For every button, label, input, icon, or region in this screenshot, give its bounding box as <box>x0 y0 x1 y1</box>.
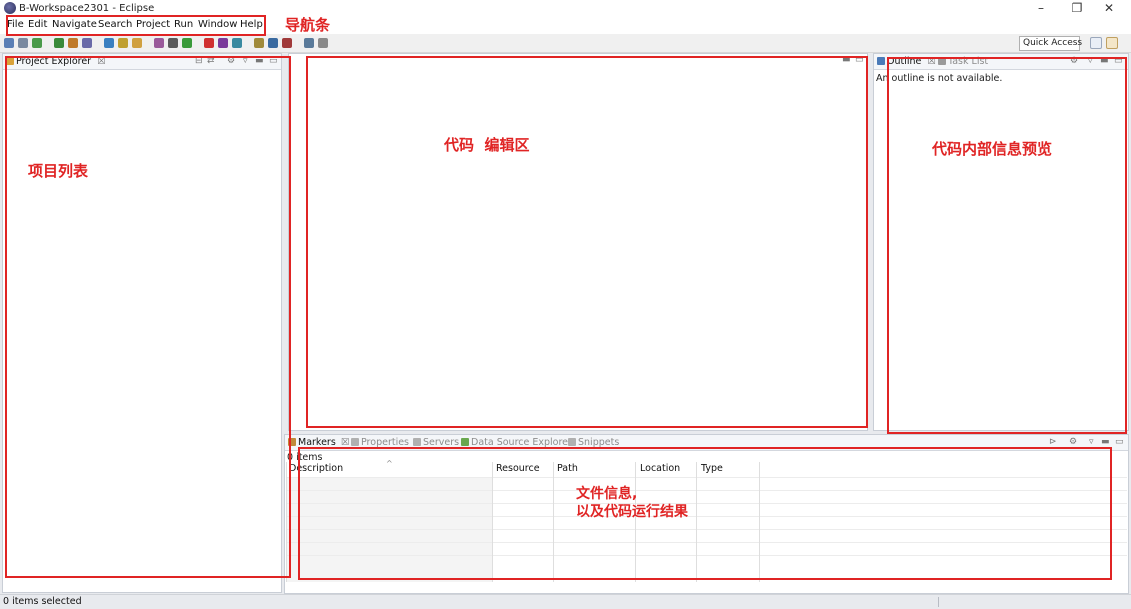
toolbar-icon[interactable] <box>232 38 242 48</box>
status-bar: 0 items selected <box>0 594 1131 609</box>
toolbar-icon[interactable] <box>218 38 228 48</box>
markers-view-menu-icon[interactable]: ⚙ <box>1069 437 1077 447</box>
annotation-outline-label: 代码内部信息预览 <box>932 140 1053 158</box>
annotation-project-list-label: 项目列表 <box>28 162 89 180</box>
annotation-box-bottom <box>298 447 1112 580</box>
annotation-box-outline <box>887 57 1127 434</box>
toolbar-icon[interactable] <box>18 38 28 48</box>
toolbar-icon[interactable] <box>168 38 178 48</box>
toolbar-icon[interactable] <box>204 38 214 48</box>
toolbar-icon[interactable] <box>282 38 292 48</box>
toolbar-icon[interactable] <box>268 38 278 48</box>
annotation-box-navbar <box>6 15 266 36</box>
toolbar-icon[interactable] <box>132 38 142 48</box>
status-separator <box>938 597 939 607</box>
data-source-icon <box>461 438 469 446</box>
close-button[interactable]: ✕ <box>1091 0 1127 17</box>
toolbar-icon[interactable] <box>82 38 92 48</box>
markers-minimize-icon[interactable]: ▬ <box>1101 437 1110 447</box>
main-toolbar: Quick Access <box>0 34 1131 53</box>
outline-icon <box>877 57 885 65</box>
status-text: 0 items selected <box>3 596 82 607</box>
annotation-bottom-label-2: 以及代码运行结果 <box>576 504 688 520</box>
open-perspective-icon[interactable] <box>1090 37 1102 49</box>
eclipse-app-icon <box>4 2 16 14</box>
annotation-box-project-list <box>5 56 291 578</box>
markers-dropdown-icon[interactable]: ▿ <box>1089 437 1094 447</box>
window-title: B-Workspace2301 - Eclipse <box>19 3 155 14</box>
properties-icon <box>351 438 359 446</box>
toolbar-icon[interactable] <box>318 38 328 48</box>
toolbar-icon[interactable] <box>154 38 164 48</box>
toolbar-icon[interactable] <box>254 38 264 48</box>
toolbar-icon[interactable] <box>54 38 64 48</box>
toolbar-icon[interactable] <box>304 38 314 48</box>
servers-icon <box>413 438 421 446</box>
maximize-button[interactable]: ❐ <box>1059 0 1095 17</box>
toolbar-icon[interactable] <box>4 38 14 48</box>
annotation-box-editor <box>306 56 868 428</box>
snippets-icon <box>568 438 576 446</box>
markers-filter-icon[interactable]: ⊳ <box>1049 437 1057 447</box>
toolbar-icon[interactable] <box>104 38 114 48</box>
annotation-editor-label: 代码 编辑区 <box>444 136 530 154</box>
annotation-bottom-label-1: 文件信息, <box>576 486 638 502</box>
minimize-button[interactable]: – <box>1023 0 1059 17</box>
annotation-navbar-label: 导航条 <box>285 16 331 34</box>
toolbar-icon[interactable] <box>118 38 128 48</box>
toolbar-icon[interactable] <box>182 38 192 48</box>
toolbar-icon[interactable] <box>32 38 42 48</box>
toolbar-icon[interactable] <box>68 38 78 48</box>
markers-maximize-icon[interactable]: ▭ <box>1115 437 1124 447</box>
java-ee-perspective-icon[interactable] <box>1106 37 1118 49</box>
quick-access-field[interactable]: Quick Access <box>1019 36 1082 51</box>
